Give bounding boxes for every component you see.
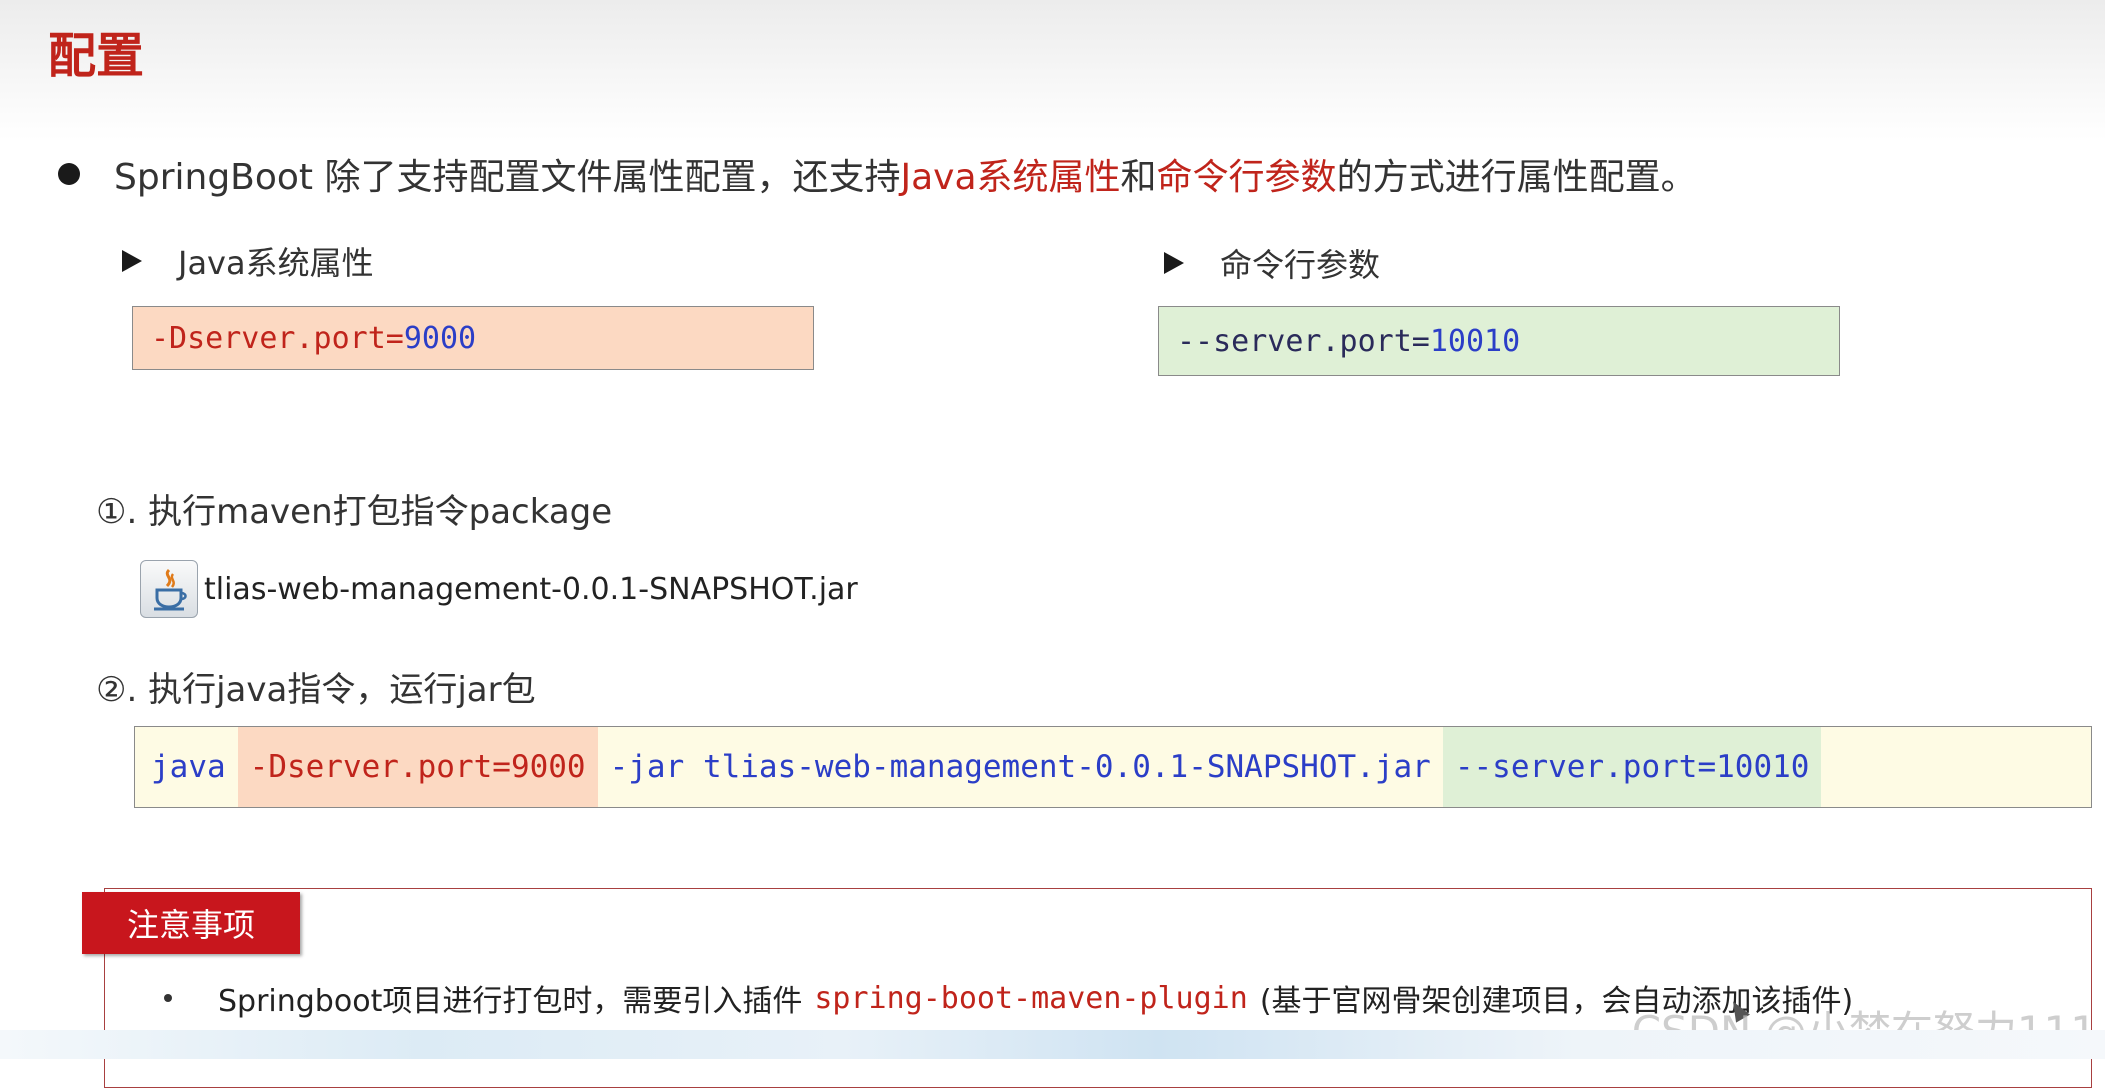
java-sys-code-key: -Dserver.port= — [151, 320, 404, 356]
bullet-dot-icon — [58, 163, 80, 185]
cmd-args-code-value: 10010 — [1429, 323, 1521, 359]
cmd-jar-flag: -jar — [609, 749, 685, 785]
note-text-before: Springboot项目进行打包时，需要引入插件 — [218, 984, 803, 1019]
cmd-dserver-port: -Dserver.port=9000 — [237, 727, 598, 807]
cmd-args-label: 命令行参数 — [1220, 246, 1381, 284]
cmd-java: java — [151, 749, 226, 785]
header-band — [0, 0, 2105, 140]
java-sys-code-value: 9000 — [403, 320, 477, 356]
java-sys-heading: Java系统属性 — [122, 238, 374, 284]
main-bullet: SpringBoot 除了支持配置文件属性配置，还支持 Java系统属性 和 命… — [58, 148, 1697, 200]
step1-label: ①. 执行maven打包指令package — [96, 492, 613, 532]
cmd-args-heading: 命令行参数 — [1164, 240, 1380, 286]
note-item: Springboot项目进行打包时，需要引入插件 spring-boot-mav… — [164, 976, 1853, 1020]
run-command-bar: java -Dserver.port=9000 -jar tlias-web-m… — [134, 726, 2092, 808]
arrow-bullet-icon — [1164, 252, 1184, 274]
cmd-server-port: --server.port=10010 — [1442, 727, 1822, 807]
cmd-jar-part: -jar tlias-web-management-0.0.1-SNAPSHOT… — [598, 727, 1443, 807]
jar-file-item[interactable]: tlias-web-management-0.0.1-SNAPSHOT.jar — [140, 560, 858, 618]
bullet-highlight-cmd: 命令行参数 — [1156, 157, 1337, 198]
bullet-text-part1: SpringBoot 除了支持配置文件属性配置，还支持 — [114, 157, 901, 198]
java-sys-code-box: -Dserver.port= 9000 — [132, 306, 814, 370]
arrow-bullet-icon — [122, 250, 142, 272]
bullet-text-part2: 的方式进行属性配置。 — [1336, 157, 1697, 198]
jar-file-name: tlias-web-management-0.0.1-SNAPSHOT.jar — [204, 571, 858, 607]
note-tag: 注意事项 — [82, 892, 300, 954]
java-jar-icon — [140, 560, 198, 618]
bullet-highlight-java: Java系统属性 — [900, 157, 1121, 198]
cmd-jar-file: tlias-web-management-0.0.1-SNAPSHOT.jar — [702, 749, 1431, 785]
page-title: 配置 — [48, 28, 145, 84]
note-bullet-icon — [164, 994, 172, 1002]
java-sys-label: Java系统属性 — [178, 244, 374, 282]
bullet-text-mid: 和 — [1120, 157, 1157, 198]
note-plugin-name: spring-boot-maven-plugin — [814, 980, 1248, 1016]
step2-label: ②. 执行java指令，运行jar包 — [96, 670, 536, 710]
video-progress-strip[interactable] — [0, 1030, 2105, 1059]
cmd-args-code-key: --server.port= — [1177, 323, 1430, 359]
cmd-args-code-box: --server.port= 10010 — [1158, 306, 1840, 376]
